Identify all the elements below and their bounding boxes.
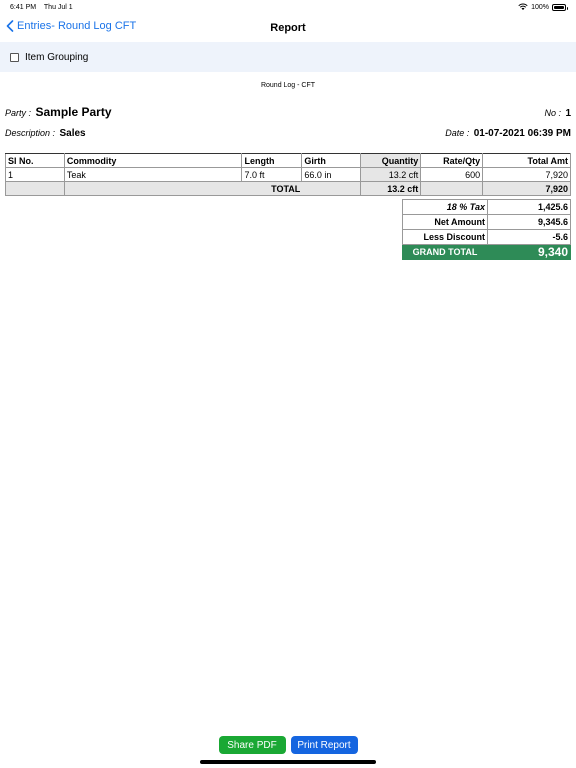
cell-girth: 66.0 in [301, 167, 362, 182]
discount-row: Less Discount -5.6 [402, 229, 571, 245]
net-amount-label: Net Amount [402, 214, 488, 230]
chevron-left-icon [6, 20, 14, 32]
battery-icon [552, 3, 568, 11]
header-total-amt: Total Amt [482, 153, 571, 168]
total-amount: 7,920 [482, 181, 571, 196]
cell-sl-no: 1 [5, 167, 65, 182]
summary-table: 18 % Tax 1,425.6 Net Amount 9,345.6 Less… [402, 199, 571, 260]
back-button-label: Entries- Round Log CFT [17, 20, 137, 32]
report-document: Round Log - CFT Party : Sample Party No … [0, 72, 576, 196]
print-report-button[interactable]: Print Report [290, 736, 358, 754]
grand-total-value: 9,340 [487, 244, 571, 260]
status-bar: 6:41 PM Thu Jul 1 100% [0, 0, 576, 14]
description-row: Description : Sales Date : 01-07-2021 06… [0, 123, 576, 141]
cell-quantity: 13.2 cft [360, 167, 422, 182]
header-rate: Rate/Qty [420, 153, 484, 168]
discount-value: -5.6 [487, 229, 571, 245]
status-date: Thu Jul 1 [43, 3, 73, 11]
no-value: 1 [565, 108, 571, 119]
wifi-icon [518, 3, 528, 10]
cell-total-amt: 7,920 [482, 167, 571, 182]
battery-percent: 100% [531, 3, 549, 11]
table-total-row: TOTAL 13.2 cft 7,920 [5, 181, 571, 196]
header-quantity: Quantity [360, 153, 422, 168]
cell-rate: 600 [420, 167, 484, 182]
table-row: 1 Teak 7.0 ft 66.0 in 13.2 cft 600 7,920 [5, 167, 571, 182]
page-title: Report [270, 22, 306, 34]
table-header-row: Sl No. Commodity Length Girth Quantity R… [5, 153, 571, 168]
party-value: Sample Party [35, 105, 112, 119]
nav-bar: Entries- Round Log CFT Report [0, 14, 576, 42]
item-grouping-checkbox[interactable] [10, 52, 19, 62]
description-label: Description : [5, 128, 56, 138]
date-label: Date : [445, 128, 470, 138]
header-girth: Girth [301, 153, 362, 168]
total-label: TOTAL [63, 181, 362, 196]
total-quantity: 13.2 cft [360, 181, 422, 196]
header-sl-no: Sl No. [5, 153, 65, 168]
status-time: 6:41 PM [10, 3, 37, 11]
total-rate-empty [420, 181, 484, 196]
item-grouping-label[interactable]: Item Grouping [25, 52, 88, 63]
items-table: Sl No. Commodity Length Girth Quantity R… [5, 153, 571, 196]
share-pdf-button[interactable]: Share PDF [218, 736, 286, 754]
report-title: Round Log - CFT [260, 82, 316, 89]
back-button[interactable]: Entries- Round Log CFT [6, 20, 136, 32]
no-label: No : [544, 108, 561, 118]
bottom-buttons: Share PDF Print Report [0, 736, 576, 754]
cell-length: 7.0 ft [241, 167, 303, 182]
tax-label: 18 % Tax [402, 199, 488, 215]
description-value: Sales [59, 128, 86, 139]
net-amount-row: Net Amount 9,345.6 [402, 214, 571, 230]
home-indicator[interactable] [200, 760, 376, 764]
total-empty-cell [5, 181, 65, 196]
discount-label: Less Discount [402, 229, 488, 245]
net-amount-value: 9,345.6 [487, 214, 571, 230]
party-row: Party : Sample Party No : 1 [0, 103, 576, 121]
grand-total-label: GRAND TOTAL [402, 244, 488, 260]
tax-row: 18 % Tax 1,425.6 [402, 199, 571, 215]
party-label: Party : [5, 108, 32, 118]
tax-value: 1,425.6 [487, 199, 571, 215]
header-length: Length [241, 153, 303, 168]
toolbar: Item Grouping [0, 42, 576, 72]
status-left: 6:41 PM Thu Jul 1 [10, 4, 79, 11]
grand-total-row: GRAND TOTAL 9,340 [402, 244, 571, 260]
status-right: 100% [518, 3, 568, 11]
date-value: 01-07-2021 06:39 PM [473, 128, 571, 139]
cell-commodity: Teak [63, 167, 243, 182]
header-commodity: Commodity [63, 153, 243, 168]
